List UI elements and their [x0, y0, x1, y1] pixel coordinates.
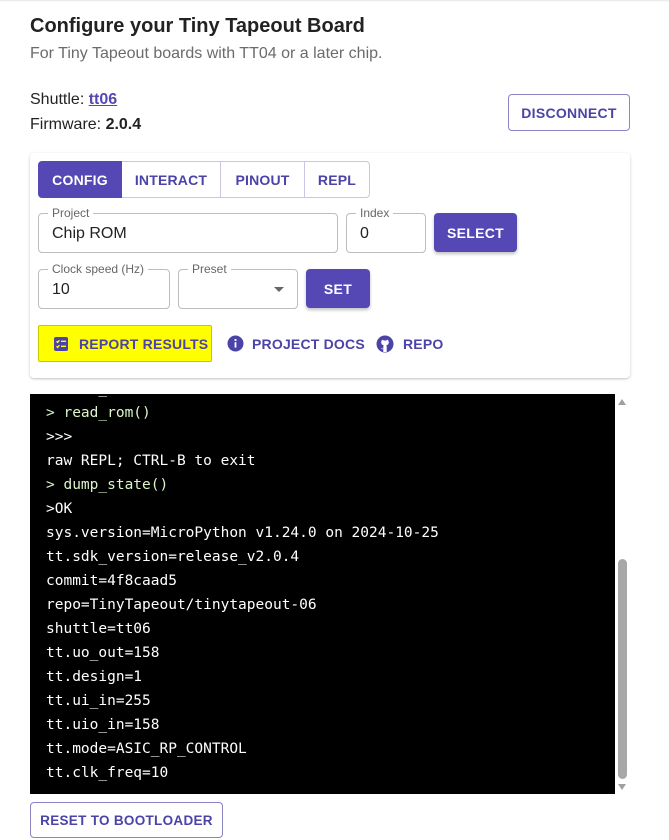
preset-label: Preset — [188, 262, 231, 276]
terminal-line: tt.mode=ASIC_RP_CONTROL — [46, 741, 247, 757]
terminal-line: commit_version 2.0.4 — [46, 394, 439, 401]
top-shadow — [0, 0, 669, 2]
terminal-output: commit_version 2.0.4 > read_rom() >>> raw R… — [46, 394, 439, 785]
clock-speed-label: Clock speed (Hz) — [48, 262, 149, 276]
terminal-scrollbar[interactable] — [615, 394, 630, 794]
tab-repl[interactable]: REPL — [305, 161, 370, 198]
terminal-line: tt.design=1 — [46, 669, 143, 685]
index-field-value: 0 — [360, 225, 369, 242]
terminal-line: repo=TinyTapeout/tinytapeout-06 — [46, 597, 317, 613]
clock-speed-value: 10 — [52, 281, 70, 298]
repo-label: REPO — [403, 335, 444, 352]
firmware-info: Firmware: 2.0.4 — [30, 116, 141, 134]
firmware-label: Firmware: — [30, 116, 102, 133]
tab-config[interactable]: CONFIG — [38, 161, 122, 198]
tab-pinout[interactable]: PINOUT — [221, 161, 305, 198]
terminal-line: tt.uo_out=158 — [46, 645, 160, 661]
config-card: CONFIG INTERACT PINOUT REPL Project Chip… — [30, 153, 630, 378]
project-docs-label: PROJECT DOCS — [252, 335, 365, 352]
repo-button[interactable]: REPO — [376, 325, 443, 362]
scroll-down-arrow-icon[interactable] — [618, 784, 626, 790]
terminal-line: commit=4f8caad5 — [46, 573, 177, 589]
page-subtitle: For Tiny Tapeout boards with TT04 or a l… — [30, 45, 383, 62]
project-docs-button[interactable]: PROJECT DOCS — [226, 325, 365, 362]
terminal-line: tt.sdk_version=release_v2.0.4 — [46, 549, 300, 565]
info-icon — [226, 335, 244, 353]
repl-terminal[interactable]: commit_version 2.0.4 > read_rom() >>> raw R… — [30, 394, 615, 794]
terminal-line: raw REPL; CTRL-B to exit — [46, 453, 256, 469]
terminal-line: > read_rom() — [46, 405, 151, 421]
scroll-thumb[interactable] — [618, 559, 627, 779]
terminal-line: shuttle=tt06 — [46, 621, 151, 637]
page-title: Configure your Tiny Tapeout Board — [30, 15, 365, 37]
disconnect-button[interactable]: DISCONNECT — [508, 94, 630, 131]
firmware-version: 2.0.4 — [105, 116, 142, 133]
chevron-down-icon — [274, 287, 284, 292]
terminal-line: >OK — [46, 501, 73, 517]
index-field[interactable]: Index 0 — [346, 206, 426, 253]
preset-select[interactable]: Preset — [178, 262, 298, 309]
scroll-up-arrow-icon[interactable] — [618, 399, 626, 405]
set-button[interactable]: SET — [306, 269, 370, 308]
terminal-line: tt.ui_in=255 — [46, 693, 151, 709]
checklist-icon — [52, 335, 70, 353]
terminal-line: tt.uio_in=158 — [46, 717, 160, 733]
page: Configure your Tiny Tapeout Board For Ti… — [0, 0, 669, 840]
select-button[interactable]: SELECT — [434, 213, 517, 252]
terminal-line: tt.clk_freq=10 — [46, 765, 169, 781]
tab-interact[interactable]: INTERACT — [122, 161, 221, 198]
shuttle-info: Shuttle: tt06 — [30, 91, 117, 109]
report-results-label: REPORT RESULTS — [79, 335, 209, 352]
project-field[interactable]: Project Chip ROM — [38, 206, 338, 253]
index-field-label: Index — [356, 206, 394, 220]
project-field-label: Project — [48, 206, 94, 220]
shuttle-label: Shuttle: — [30, 91, 85, 108]
clock-speed-field[interactable]: Clock speed (Hz) 10 — [38, 262, 170, 309]
report-results-button[interactable]: REPORT RESULTS — [38, 325, 212, 362]
github-icon — [376, 335, 394, 353]
tab-bar: CONFIG INTERACT PINOUT REPL — [38, 161, 370, 198]
shuttle-link[interactable]: tt06 — [89, 91, 117, 108]
terminal-line: sys.version=MicroPython v1.24.0 on 2024-… — [46, 525, 439, 541]
reset-to-bootloader-button[interactable]: RESET TO BOOTLOADER — [30, 802, 223, 838]
project-field-value: Chip ROM — [52, 225, 127, 242]
terminal-line: >>> — [46, 429, 73, 445]
terminal-line: > dump_state() — [46, 477, 169, 493]
